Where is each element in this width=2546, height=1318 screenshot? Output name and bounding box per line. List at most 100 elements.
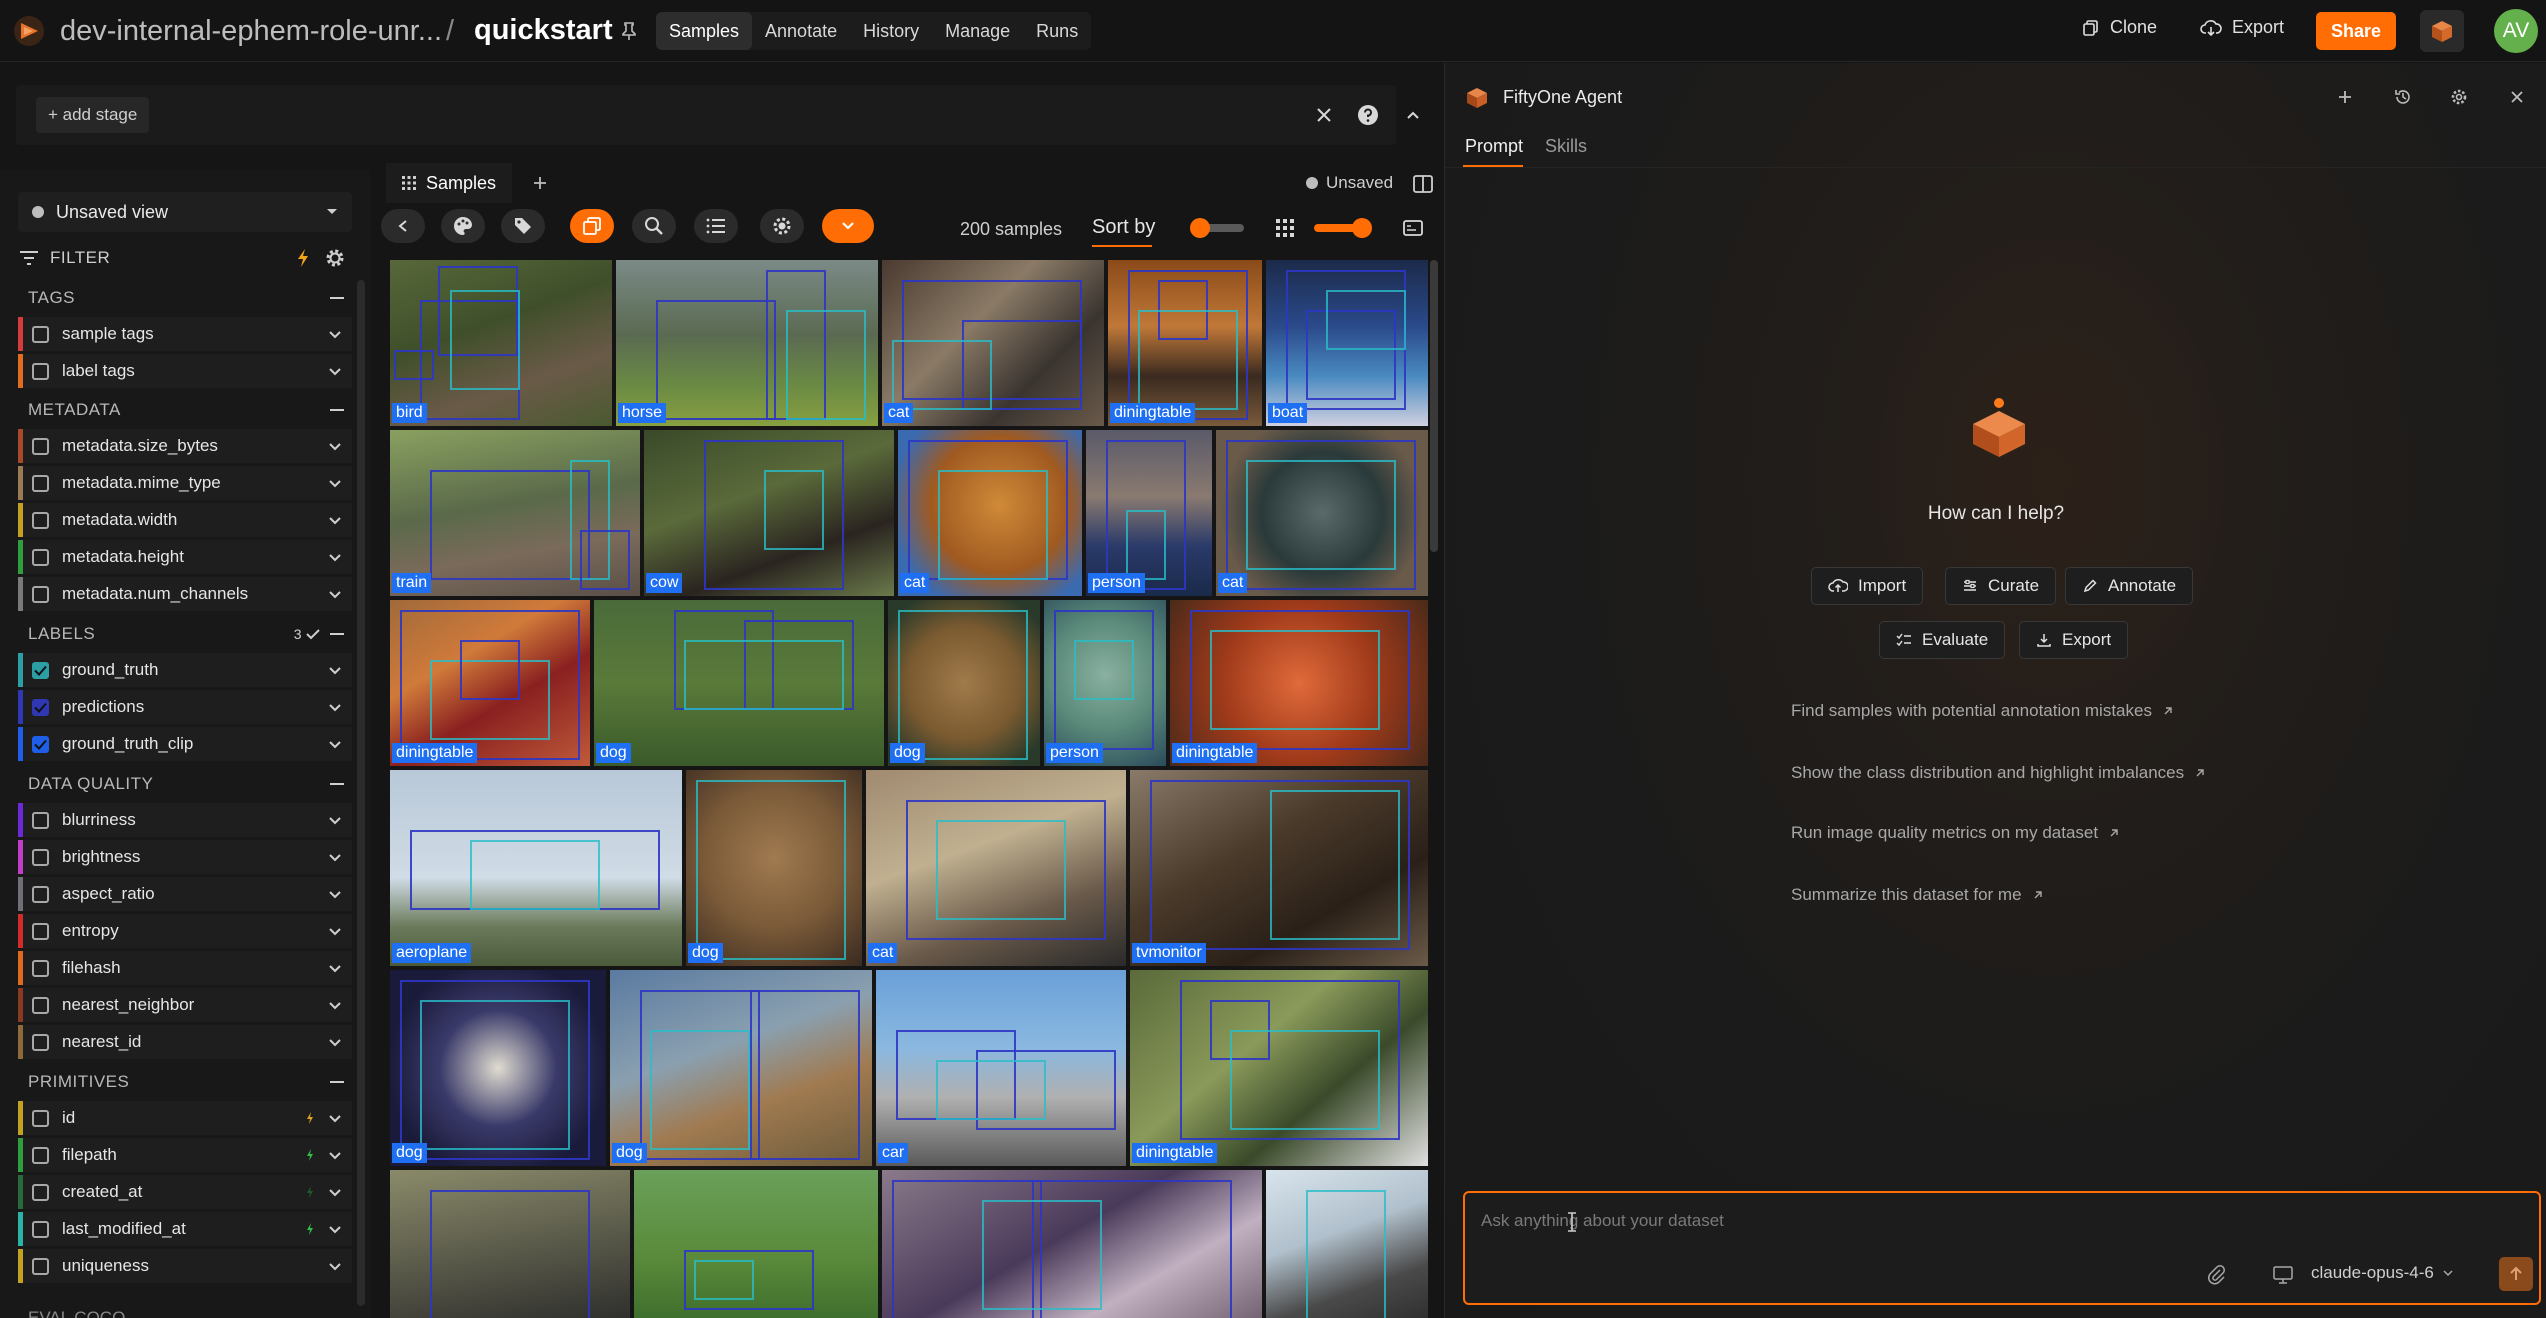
collapse-icon[interactable] xyxy=(330,409,344,411)
checkbox[interactable] xyxy=(32,996,49,1014)
chevron-down-icon[interactable] xyxy=(328,553,342,562)
field-blurriness[interactable]: blurriness xyxy=(18,803,352,837)
tab-history[interactable]: History xyxy=(850,12,932,50)
sample-thumbnail[interactable]: car xyxy=(876,970,1126,1166)
chevron-down-icon[interactable] xyxy=(328,1001,342,1010)
patches-button[interactable] xyxy=(570,209,614,243)
pin-icon[interactable] xyxy=(618,20,640,42)
field-filepath[interactable]: filepath xyxy=(18,1138,352,1172)
sort-order-toggle-knob[interactable] xyxy=(1190,218,1210,238)
sample-thumbnail[interactable]: cat xyxy=(866,770,1126,966)
suggestion-quality-metrics[interactable]: Run image quality metrics on my dataset xyxy=(1791,823,2120,843)
clone-button[interactable]: Clone xyxy=(2082,17,2157,38)
help-button[interactable] xyxy=(1352,99,1384,131)
color-scheme-button[interactable] xyxy=(441,209,485,243)
media-field-icon[interactable] xyxy=(1402,217,1424,239)
similarity-search-button[interactable] xyxy=(632,209,676,243)
field-last-modified-at[interactable]: last_modified_at xyxy=(18,1212,352,1246)
sample-thumbnail[interactable]: bird xyxy=(390,260,612,426)
group-header-metadata[interactable]: METADATA xyxy=(18,394,352,426)
sample-thumbnail[interactable] xyxy=(1266,1170,1428,1318)
chevron-down-icon[interactable] xyxy=(328,1262,342,1271)
fiftyone-logo-icon[interactable] xyxy=(12,14,46,48)
field-nearest-id[interactable]: nearest_id xyxy=(18,1025,352,1059)
checkbox-checked[interactable] xyxy=(32,698,49,716)
chevron-down-icon[interactable] xyxy=(328,367,342,376)
sample-thumbnail[interactable]: person xyxy=(1044,600,1166,766)
sample-thumbnail[interactable]: dog xyxy=(888,600,1040,766)
dataset-subset-name[interactable]: quickstart xyxy=(474,14,613,47)
sample-thumbnail[interactable]: diningtable xyxy=(1130,970,1428,1166)
monitor-icon[interactable] xyxy=(2271,1263,2295,1287)
send-button[interactable] xyxy=(2499,1257,2533,1291)
chevron-down-icon[interactable] xyxy=(328,442,342,451)
history-button[interactable] xyxy=(2389,83,2417,111)
collapse-icon[interactable] xyxy=(330,633,344,635)
checkbox[interactable] xyxy=(32,1109,49,1127)
samples-panel-tab[interactable]: Samples xyxy=(386,163,513,203)
group-header-eval[interactable]: EVAL COCO xyxy=(28,1308,125,1318)
sample-thumbnail[interactable]: dog xyxy=(686,770,862,966)
chevron-down-icon[interactable] xyxy=(328,1188,342,1197)
chevron-down-icon[interactable] xyxy=(328,1151,342,1160)
field-ground-truth[interactable]: ground_truth xyxy=(18,653,352,687)
chevron-down-icon[interactable] xyxy=(328,479,342,488)
field-metadata-size-bytes[interactable]: metadata.size_bytes xyxy=(18,429,352,463)
checkbox[interactable] xyxy=(32,1033,49,1051)
back-button[interactable] xyxy=(381,209,425,243)
sample-thumbnail[interactable]: tvmonitor xyxy=(1130,770,1428,966)
grid-scrollbar[interactable] xyxy=(1430,260,1438,552)
saved-view-select[interactable]: Unsaved view xyxy=(18,192,352,232)
more-options-button[interactable] xyxy=(822,209,874,243)
checkbox[interactable] xyxy=(32,474,49,492)
export-button[interactable]: Export xyxy=(2200,17,2284,38)
chevron-down-icon[interactable] xyxy=(328,740,342,749)
checkbox[interactable] xyxy=(32,511,49,529)
sample-thumbnail[interactable]: diningtable xyxy=(390,600,590,766)
sample-thumbnail[interactable]: cow xyxy=(644,430,894,596)
checkbox[interactable] xyxy=(32,1220,49,1238)
checkbox[interactable] xyxy=(32,1146,49,1164)
suggestion-summarize-dataset[interactable]: Summarize this dataset for me xyxy=(1791,885,2044,905)
field-id[interactable]: id xyxy=(18,1101,352,1135)
sample-thumbnail[interactable]: dog xyxy=(390,970,606,1166)
chevron-down-icon[interactable] xyxy=(328,666,342,675)
clear-stages-button[interactable] xyxy=(1308,99,1340,131)
sidebar-scrollbar[interactable] xyxy=(357,280,365,1306)
split-panel-icon[interactable] xyxy=(1412,173,1434,195)
field-filehash[interactable]: filehash xyxy=(18,951,352,985)
collapse-icon[interactable] xyxy=(330,297,344,299)
field-metadata-width[interactable]: metadata.width xyxy=(18,503,352,537)
chevron-down-icon[interactable] xyxy=(328,964,342,973)
sample-thumbnail[interactable]: diningtable xyxy=(1170,600,1428,766)
chevron-down-icon[interactable] xyxy=(328,890,342,899)
sample-thumbnail[interactable]: cat xyxy=(882,260,1104,426)
tab-annotate[interactable]: Annotate xyxy=(752,12,850,50)
field-metadata-mime-type[interactable]: metadata.mime_type xyxy=(18,466,352,500)
sample-thumbnail[interactable]: dog xyxy=(610,970,872,1166)
tab-skills[interactable]: Skills xyxy=(1545,136,1587,157)
tab-samples[interactable]: Samples xyxy=(656,12,753,50)
suggestion-class-distribution[interactable]: Show the class distribution and highligh… xyxy=(1791,763,2206,783)
checkbox[interactable] xyxy=(32,959,49,977)
chevron-down-icon[interactable] xyxy=(328,516,342,525)
thumbnail-size-knob[interactable] xyxy=(1352,218,1372,238)
field-nearest-neighbor[interactable]: nearest_neighbor xyxy=(18,988,352,1022)
sample-thumbnail[interactable]: aeroplane xyxy=(390,770,682,966)
chevron-down-icon[interactable] xyxy=(328,703,342,712)
checkbox[interactable] xyxy=(32,848,49,866)
sample-thumbnail[interactable] xyxy=(882,1170,1262,1318)
sample-thumbnail[interactable]: diningtable xyxy=(1108,260,1262,426)
chevron-down-icon[interactable] xyxy=(328,1038,342,1047)
gear-icon[interactable] xyxy=(324,247,346,269)
share-button[interactable]: Share xyxy=(2316,12,2396,50)
collapse-icon[interactable] xyxy=(330,1081,344,1083)
group-header-primitives[interactable]: PRIMITIVES xyxy=(18,1066,352,1098)
field-sample-tags[interactable]: sample tags xyxy=(18,317,352,351)
field-brightness[interactable]: brightness xyxy=(18,840,352,874)
chevron-down-icon[interactable] xyxy=(328,927,342,936)
checkbox-checked[interactable] xyxy=(32,735,49,753)
sample-thumbnail[interactable] xyxy=(390,1170,630,1318)
sample-thumbnail[interactable]: horse xyxy=(616,260,878,426)
chat-input[interactable] xyxy=(1481,1207,2481,1235)
